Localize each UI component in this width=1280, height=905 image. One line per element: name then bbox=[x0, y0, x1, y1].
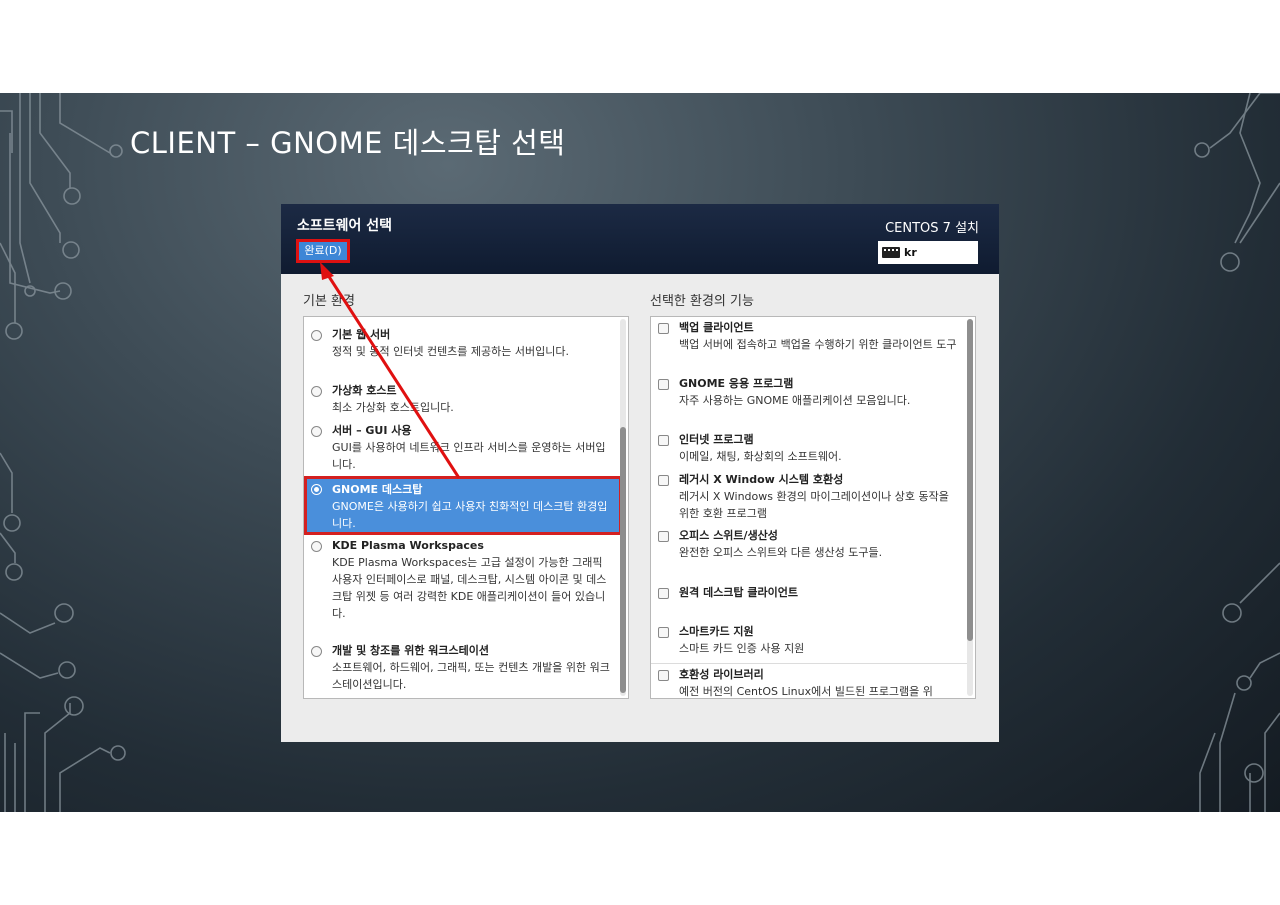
addon-item-title: 인터넷 프로그램 bbox=[679, 433, 754, 446]
addon-item-internet-apps[interactable]: 인터넷 프로그램 이메일, 채팅, 화상회의 소프트웨어. bbox=[651, 432, 969, 465]
checkbox[interactable] bbox=[658, 627, 669, 638]
addon-item-desc: 백업 서버에 접속하고 백업을 수행하기 위한 클라이언트 도구 bbox=[679, 338, 957, 351]
list-divider bbox=[651, 663, 969, 664]
software-selection-title: 소프트웨어 선택 bbox=[297, 218, 393, 234]
radio-button[interactable] bbox=[311, 541, 322, 552]
env-item-title: 가상화 호스트 bbox=[332, 384, 397, 397]
base-environment-label: 기본 환경 bbox=[303, 294, 355, 309]
keyboard-icon bbox=[882, 247, 900, 258]
radio-button[interactable] bbox=[311, 426, 322, 437]
keyboard-layout-indicator[interactable]: kr bbox=[878, 241, 978, 264]
env-item-server-gui[interactable]: 서버 – GUI 사용 GUI를 사용하여 네트워크 인프라 서비스를 운영하는… bbox=[304, 423, 622, 473]
checkbox[interactable] bbox=[658, 323, 669, 334]
scrollbar-thumb[interactable] bbox=[967, 319, 973, 641]
addon-item-gnome-apps[interactable]: GNOME 응용 프로그램 자주 사용하는 GNOME 애플리케이션 모음입니다… bbox=[651, 376, 969, 409]
slide-background: CLIENT – GNOME 데스크탑 선택 소프트웨어 선택 완료(D) CE… bbox=[0, 93, 1280, 812]
addon-item-desc: 레거시 X Windows 환경의 마이그레이션이나 상호 동작을 위한 호환 … bbox=[679, 490, 949, 520]
env-item-desc: 소프트웨어, 하드웨어, 그래픽, 또는 컨텐츠 개발을 위한 워크스테이션입니… bbox=[332, 661, 610, 691]
radio-button[interactable] bbox=[311, 646, 322, 657]
addon-item-desc: 완전한 오피스 스위트와 다른 생산성 도구들. bbox=[679, 546, 883, 559]
checkbox[interactable] bbox=[658, 435, 669, 446]
checkbox[interactable] bbox=[658, 531, 669, 542]
env-item-desc: 정적 및 동적 인터넷 컨텐츠를 제공하는 서버입니다. bbox=[332, 345, 569, 358]
addons-list[interactable]: 백업 클라이언트 백업 서버에 접속하고 백업을 수행하기 위한 클라이언트 도… bbox=[650, 316, 976, 699]
env-item-title: 기본 웹 서버 bbox=[332, 328, 391, 341]
checkbox[interactable] bbox=[658, 670, 669, 681]
addon-item-smartcard[interactable]: 스마트카드 지원 스마트 카드 인증 사용 지원 bbox=[651, 624, 969, 657]
env-item-desc: KDE Plasma Workspaces는 고급 설정이 가능한 그래픽 사용… bbox=[332, 556, 607, 620]
keyboard-layout-label: kr bbox=[904, 246, 917, 259]
addon-item-desc: 이메일, 채팅, 화상회의 소프트웨어. bbox=[679, 450, 842, 463]
env-item-title: 개발 및 창조를 위한 워크스테이션 bbox=[332, 644, 489, 657]
done-button[interactable]: 완료(D) bbox=[296, 239, 350, 263]
addon-item-desc: 예전 버전의 CentOS Linux에서 빌드된 프로그램을 위 bbox=[679, 685, 933, 698]
addon-item-desc: 스마트 카드 인증 사용 지원 bbox=[679, 642, 805, 655]
addon-item-title: 오피스 스위트/생산성 bbox=[679, 529, 778, 542]
slide-title: CLIENT – GNOME 데스크탑 선택 bbox=[130, 126, 566, 160]
addon-item-compat-libs[interactable]: 호환성 라이브러리 예전 버전의 CentOS Linux에서 빌드된 프로그램… bbox=[651, 667, 969, 698]
addon-item-title: 호환성 라이브러리 bbox=[679, 668, 764, 681]
checkbox[interactable] bbox=[658, 475, 669, 486]
checkbox[interactable] bbox=[658, 588, 669, 599]
env-item-gnome-desktop[interactable]: GNOME 데스크탑 GNOME은 사용하기 쉽고 사용자 친화적인 데스크탑 … bbox=[304, 476, 622, 535]
addons-label: 선택한 환경의 기능 bbox=[650, 294, 754, 309]
installer-screenshot: 소프트웨어 선택 완료(D) CENTOS 7 설치 kr 기본 환경 선택한 … bbox=[281, 204, 999, 742]
checkbox[interactable] bbox=[658, 379, 669, 390]
scrollbar[interactable] bbox=[967, 319, 973, 696]
env-item-desc: 최소 가상화 호스트입니다. bbox=[332, 401, 454, 414]
addon-item-office-suite[interactable]: 오피스 스위트/생산성 완전한 오피스 스위트와 다른 생산성 도구들. bbox=[651, 528, 969, 561]
env-item-basic-web-server[interactable]: 기본 웹 서버 정적 및 동적 인터넷 컨텐츠를 제공하는 서버입니다. bbox=[304, 327, 622, 360]
env-item-virtualization-host[interactable]: 가상화 호스트 최소 가상화 호스트입니다. bbox=[304, 383, 622, 416]
env-item-kde-plasma[interactable]: KDE Plasma Workspaces KDE Plasma Workspa… bbox=[304, 538, 622, 622]
env-item-workstation[interactable]: 개발 및 창조를 위한 워크스테이션 소프트웨어, 하드웨어, 그래픽, 또는 … bbox=[304, 643, 622, 693]
addon-item-legacy-x[interactable]: 레거시 X Window 시스템 호환성 레거시 X Windows 환경의 마… bbox=[651, 472, 969, 522]
addon-item-title: 백업 클라이언트 bbox=[679, 321, 754, 334]
radio-button-selected[interactable] bbox=[311, 484, 322, 495]
addon-item-title: GNOME 응용 프로그램 bbox=[679, 377, 794, 390]
env-item-title: 서버 – GUI 사용 bbox=[332, 424, 412, 437]
env-item-desc: GNOME은 사용하기 쉽고 사용자 친화적인 데스크탑 환경입니다. bbox=[332, 500, 608, 530]
addon-item-title: 레거시 X Window 시스템 호환성 bbox=[679, 473, 844, 486]
addon-item-title: 원격 데스크탑 클라이언트 bbox=[679, 586, 798, 599]
scrollbar[interactable] bbox=[620, 319, 626, 696]
env-item-title: GNOME 데스크탑 bbox=[332, 483, 423, 496]
radio-button[interactable] bbox=[311, 330, 322, 341]
addon-item-remote-desktop[interactable]: 원격 데스크탑 클라이언트 bbox=[651, 585, 969, 601]
install-title: CENTOS 7 설치 bbox=[885, 221, 979, 236]
radio-button[interactable] bbox=[311, 386, 322, 397]
addon-item-backup-client[interactable]: 백업 클라이언트 백업 서버에 접속하고 백업을 수행하기 위한 클라이언트 도… bbox=[651, 320, 969, 353]
env-item-title: KDE Plasma Workspaces bbox=[332, 539, 484, 552]
base-environment-list[interactable]: 기본 웹 서버 정적 및 동적 인터넷 컨텐츠를 제공하는 서버입니다. 가상화… bbox=[303, 316, 629, 699]
addon-item-desc: 자주 사용하는 GNOME 애플리케이션 모음입니다. bbox=[679, 394, 911, 407]
addon-item-title: 스마트카드 지원 bbox=[679, 625, 754, 638]
env-item-desc: GUI를 사용하여 네트워크 인프라 서비스를 운영하는 서버입니다. bbox=[332, 441, 606, 471]
installer-header: 소프트웨어 선택 완료(D) CENTOS 7 설치 kr bbox=[281, 204, 999, 274]
scrollbar-thumb[interactable] bbox=[620, 427, 626, 693]
